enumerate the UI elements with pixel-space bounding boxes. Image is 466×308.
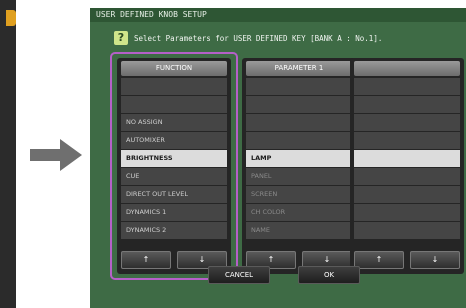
right-arrow-icon [30,139,82,171]
list-item[interactable] [354,132,460,149]
parameter-2-scroll-down-button[interactable]: ↓ [410,251,460,269]
parameter-2-scroll-up-button[interactable]: ↑ [354,251,404,269]
list-item[interactable]: NAME [246,222,352,239]
list-item[interactable]: DYNAMICS 1 [121,204,227,221]
list-item[interactable]: NO ASSIGN [121,114,227,131]
parameter-2-column: ↑ ↓ [350,58,464,274]
dialog-title: USER DEFINED KNOB SETUP [90,8,466,22]
parameter-1-column: PARAMETER 1 LAMP PANEL SCREEN CH COLOR N… [242,58,356,274]
user-defined-knob-dialog: USER DEFINED KNOB SETUP ? Select Paramet… [90,8,466,308]
list-item[interactable] [354,168,460,185]
parameter-2-header [354,61,460,76]
help-icon[interactable]: ? [114,31,128,45]
list-item[interactable] [246,132,352,149]
list-item[interactable]: PANEL [246,168,352,185]
list-item[interactable] [121,96,227,113]
cancel-button[interactable]: CANCEL [208,266,270,284]
parameter-1-list: LAMP PANEL SCREEN CH COLOR NAME [246,78,352,240]
list-item-selected[interactable] [354,150,460,167]
list-item[interactable] [354,186,460,203]
list-item[interactable] [354,114,460,131]
instruction-text: Select Parameters for USER DEFINED KEY [… [134,34,383,43]
function-column: FUNCTION NO ASSIGN AUTOMIXER BRIGHTNESS … [117,58,231,274]
list-item[interactable] [354,78,460,95]
list-item[interactable]: CUE [121,168,227,185]
function-list: NO ASSIGN AUTOMIXER BRIGHTNESS CUE DIREC… [121,78,227,240]
parameter-2-scroll-buttons: ↑ ↓ [354,251,460,269]
background-panel-strip [0,0,16,308]
list-item[interactable] [121,78,227,95]
parameter-1-header: PARAMETER 1 [246,61,352,76]
list-item[interactable] [246,96,352,113]
list-item[interactable]: SCREEN [246,186,352,203]
background-tab [6,10,16,26]
list-item-selected[interactable]: LAMP [246,150,352,167]
list-item[interactable]: AUTOMIXER [121,132,227,149]
list-item[interactable] [246,78,352,95]
list-item[interactable] [354,204,460,221]
list-item-selected[interactable]: BRIGHTNESS [121,150,227,167]
list-item[interactable] [354,96,460,113]
ok-button[interactable]: OK [298,266,360,284]
function-header: FUNCTION [121,61,227,76]
list-item[interactable]: DIRECT OUT LEVEL [121,186,227,203]
function-scroll-up-button[interactable]: ↑ [121,251,171,269]
list-item[interactable] [354,222,460,239]
parameter-2-list [354,78,460,240]
list-item[interactable]: DYNAMICS 2 [121,222,227,239]
list-item[interactable]: CH COLOR [246,204,352,221]
list-item[interactable] [246,114,352,131]
